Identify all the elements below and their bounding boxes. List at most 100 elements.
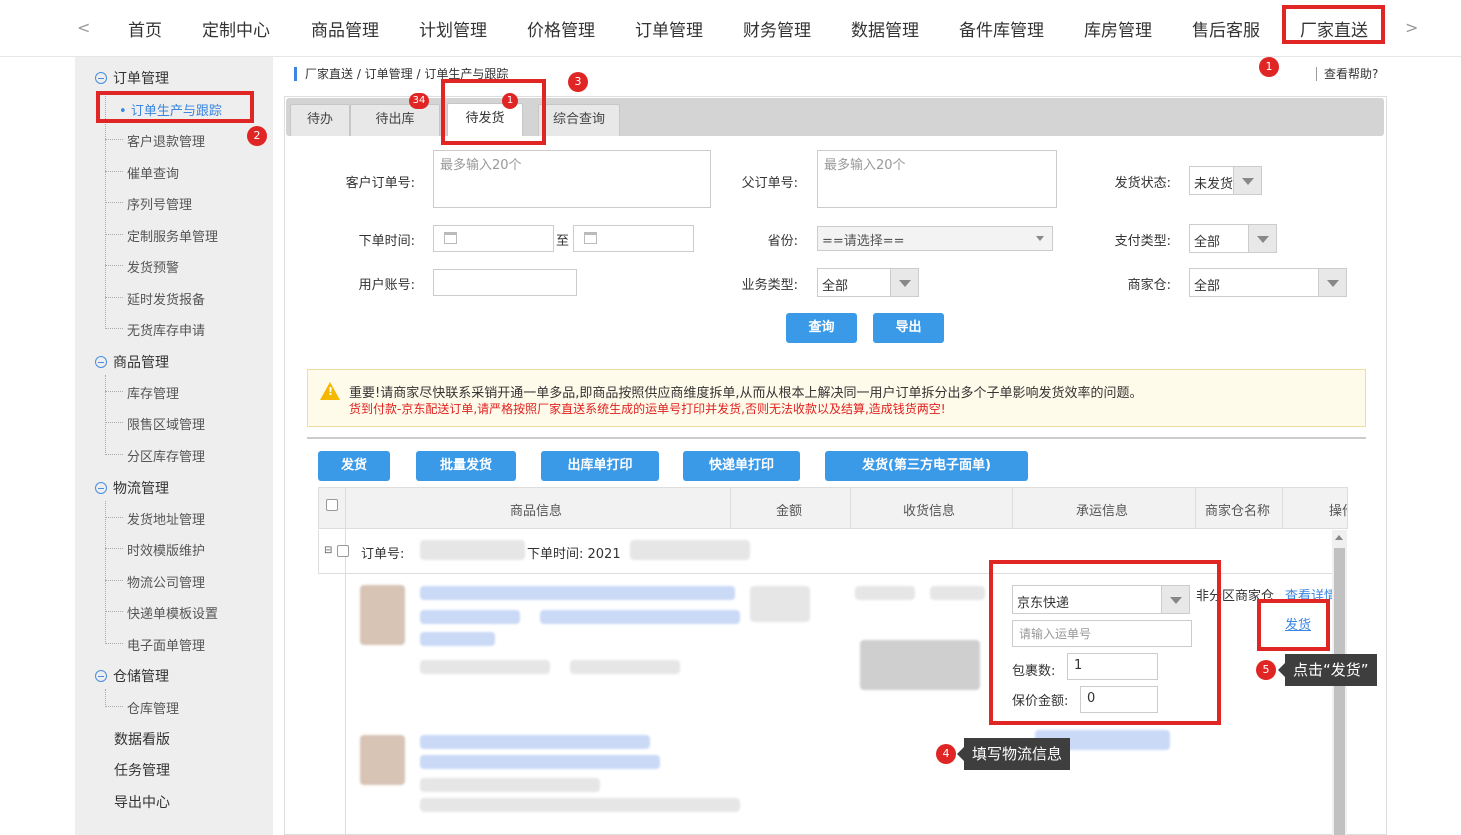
annotation-badge: 5 xyxy=(1256,660,1276,680)
redacted-text xyxy=(420,540,525,560)
nav-price-mgmt[interactable]: 价格管理 xyxy=(527,16,595,41)
sidebar-item-timeliness[interactable]: 时效模版维护 xyxy=(127,540,205,559)
redacted-text xyxy=(630,540,750,560)
sidebar-item-tasks[interactable]: 任务管理 xyxy=(114,760,170,780)
annotation-badge: 2 xyxy=(247,126,267,146)
annotation-tip-click-ship: 点击“发货” xyxy=(1278,654,1377,686)
redacted-text xyxy=(570,660,680,674)
annotation-badge: 4 xyxy=(936,744,956,764)
chevron-down-icon xyxy=(1036,236,1044,241)
nav-after-sales[interactable]: 售后客服 xyxy=(1192,16,1260,41)
query-button[interactable]: 查询 xyxy=(786,313,857,343)
nav-finance-mgmt[interactable]: 财务管理 xyxy=(743,16,811,41)
sidebar-item-urge[interactable]: 催单查询 xyxy=(127,163,179,182)
warehouse-select[interactable]: 全部 xyxy=(1189,268,1347,297)
sidebar-item-carrier[interactable]: 物流公司管理 xyxy=(127,572,205,591)
redacted-text xyxy=(420,632,495,646)
help-link[interactable]: 查看帮助? xyxy=(1316,67,1378,81)
nav-data-mgmt[interactable]: 数据管理 xyxy=(851,16,919,41)
chevron-down-icon xyxy=(1233,167,1261,194)
order-time-start-input[interactable] xyxy=(433,225,554,252)
nav-custom-center[interactable]: 定制中心 xyxy=(202,16,270,41)
ship-status-label: 发货状态: xyxy=(1114,176,1171,191)
order-time-label: 下单时间: xyxy=(358,234,415,249)
annotation-box xyxy=(989,560,1221,725)
annotation-box xyxy=(1257,599,1330,651)
chevron-down-icon xyxy=(1248,225,1276,252)
sidebar-item-region-limit[interactable]: 限售区域管理 xyxy=(127,414,205,433)
print-express-button[interactable]: 快递单打印 xyxy=(683,451,800,481)
sidebar-item-serial[interactable]: 序列号管理 xyxy=(127,194,192,213)
user-account-label: 用户账号: xyxy=(358,278,415,293)
parent-order-input[interactable]: 最多输入20个 xyxy=(817,150,1057,208)
order-time-end-input[interactable] xyxy=(573,225,694,252)
notice-line-1: 重要!请商家尽快联系采销开通一单多品,即商品按照供应商维度拆单,从而从根本上解决… xyxy=(349,386,1143,401)
sidebar-item-no-stock[interactable]: 无货库存申请 xyxy=(127,320,205,339)
sidebar-item-dashboard[interactable]: 数据看版 xyxy=(114,729,170,749)
parent-order-label: 父订单号: xyxy=(741,176,798,191)
top-nav: < 首页 定制中心 商品管理 计划管理 价格管理 订单管理 财务管理 数据管理 … xyxy=(0,0,1461,57)
chevron-down-icon xyxy=(890,269,918,296)
nav-warehouse-mgmt[interactable]: 库房管理 xyxy=(1084,16,1152,41)
table-header xyxy=(318,487,1348,529)
redacted-text xyxy=(420,778,600,792)
sidebar-item-zone-stock[interactable]: 分区库存管理 xyxy=(127,446,205,465)
redacted-text xyxy=(420,660,550,674)
sidebar-item-custom-service[interactable]: 定制服务单管理 xyxy=(127,226,218,245)
sidebar-item-e-waybill[interactable]: 电子面单管理 xyxy=(127,635,205,654)
tab-general-query[interactable]: 综合查询 xyxy=(538,104,620,136)
notice-line-2: 货到付款-京东配送订单,请严格按照厂家直送系统生成的运单号打印并发货,否则无法收… xyxy=(349,402,946,416)
sidebar-item-export-center[interactable]: 导出中心 xyxy=(114,792,170,812)
tab-todo[interactable]: 待办 xyxy=(290,104,350,136)
annotation-badge: 3 xyxy=(568,72,588,92)
sidebar-item-delay-report[interactable]: 延时发货报备 xyxy=(127,289,205,308)
ship-status-select[interactable]: 未发货 xyxy=(1189,166,1262,195)
sidebar-group-order[interactable]: 订单管理 xyxy=(95,68,169,88)
nav-product-mgmt[interactable]: 商品管理 xyxy=(311,16,379,41)
sidebar-item-express-template[interactable]: 快递单模板设置 xyxy=(127,603,218,622)
annotation-tip-fill-logistics: 填写物流信息 xyxy=(956,738,1071,770)
collapse-toggle-icon[interactable]: ⊟ xyxy=(324,545,332,556)
nav-plan-mgmt[interactable]: 计划管理 xyxy=(419,16,487,41)
product-image xyxy=(360,735,405,785)
scroll-up-icon[interactable] xyxy=(1335,535,1343,540)
sidebar-group-logistics[interactable]: 物流管理 xyxy=(95,478,169,498)
print-outbound-button[interactable]: 出库单打印 xyxy=(541,451,659,481)
pay-type-select[interactable]: 全部 xyxy=(1189,224,1277,253)
pay-type-label: 支付类型: xyxy=(1114,234,1171,249)
sidebar-group-product[interactable]: 商品管理 xyxy=(95,352,169,372)
nav-home[interactable]: 首页 xyxy=(128,16,162,41)
ship-third-party-button[interactable]: 发货(第三方电子面单) xyxy=(825,451,1028,481)
tab-pending-outbound[interactable]: 待出库 xyxy=(350,104,440,136)
nav-next-arrow[interactable]: > xyxy=(1405,18,1418,37)
select-all-checkbox[interactable] xyxy=(326,499,338,511)
nav-spare-mgmt[interactable]: 备件库管理 xyxy=(959,16,1044,41)
batch-ship-button[interactable]: 批量发货 xyxy=(416,451,516,481)
sidebar-item-refund[interactable]: 客户退款管理 xyxy=(127,131,205,150)
export-button[interactable]: 导出 xyxy=(873,313,944,343)
sidebar-group-storage[interactable]: 仓储管理 xyxy=(95,666,169,686)
user-account-input[interactable] xyxy=(433,269,577,296)
calendar-icon xyxy=(444,232,457,244)
nav-order-mgmt[interactable]: 订单管理 xyxy=(635,16,703,41)
order-checkbox[interactable] xyxy=(337,545,349,557)
col-header-carrier: 承运信息 xyxy=(1076,504,1129,519)
annotation-box xyxy=(1282,5,1385,44)
nav-prev-arrow[interactable]: < xyxy=(77,18,90,37)
redacted-text xyxy=(420,610,520,624)
redacted-text xyxy=(855,586,915,600)
province-select[interactable]: ==请选择== xyxy=(817,226,1053,251)
customer-order-input[interactable]: 最多输入20个 xyxy=(433,150,711,208)
sidebar-item-ship-address[interactable]: 发货地址管理 xyxy=(127,509,205,528)
sidebar-item-warehouse[interactable]: 仓库管理 xyxy=(127,698,179,717)
biz-type-select[interactable]: 全部 xyxy=(817,268,919,297)
col-header-amount: 金额 xyxy=(776,504,803,519)
redacted-text xyxy=(750,586,810,622)
sidebar-item-ship-warning[interactable]: 发货预警 xyxy=(127,257,179,276)
col-header-product: 商品信息 xyxy=(510,504,563,519)
ship-button[interactable]: 发货 xyxy=(318,451,390,481)
redacted-text xyxy=(420,586,735,600)
calendar-icon xyxy=(584,232,597,244)
sidebar-item-stock[interactable]: 库存管理 xyxy=(127,383,179,402)
annotation-box xyxy=(96,91,254,123)
